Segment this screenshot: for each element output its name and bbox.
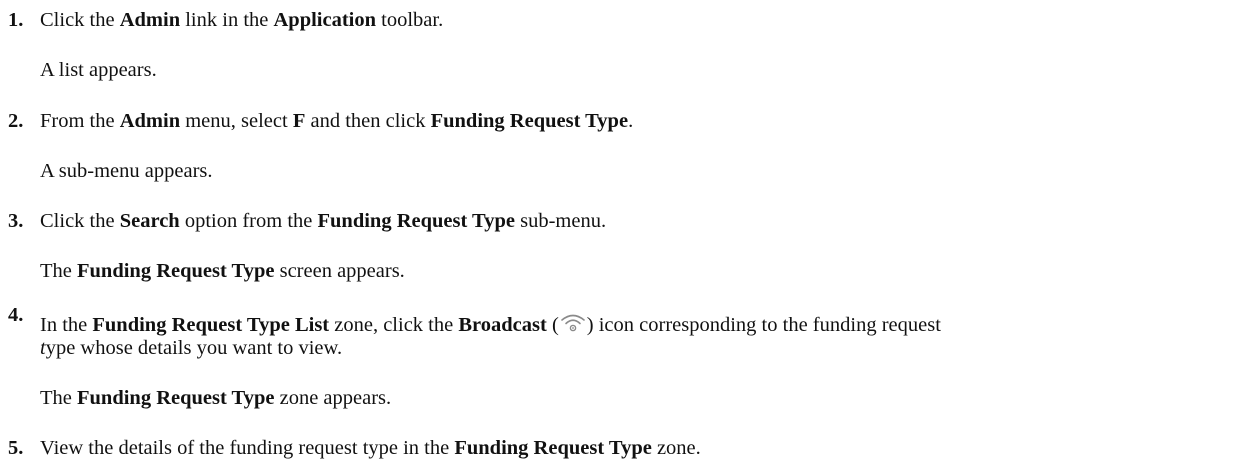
step-4-result: The Funding Request Type zone appears.: [40, 387, 392, 409]
step-1-result: A list appears.: [40, 59, 157, 81]
step-4-instruction-line-1: In the Funding Request Type List zone, c…: [40, 312, 941, 336]
step-5-instruction: View the details of the funding request …: [40, 437, 701, 459]
step-2-number: 2.: [8, 110, 24, 132]
step-1-instruction: Click the Admin link in the Application …: [40, 9, 444, 31]
step-3-instruction: Click the Search option from the Funding…: [40, 210, 607, 232]
step-1-number: 1.: [8, 9, 24, 31]
step-2-instruction: From the Admin menu, select F and then c…: [40, 110, 634, 132]
step-3-number: 3.: [8, 210, 24, 232]
procedure-document: 1. Click the Admin link in the Applicati…: [0, 0, 1233, 462]
step-3-result: The Funding Request Type screen appears.: [40, 260, 405, 282]
step-2-result: A sub-menu appears.: [40, 160, 213, 182]
step-5-number: 5.: [8, 437, 24, 459]
step-4-instruction-line-2: type whose details you want to view.: [40, 337, 343, 359]
broadcast-icon: [559, 312, 587, 334]
step-4-number: 4.: [8, 304, 24, 326]
